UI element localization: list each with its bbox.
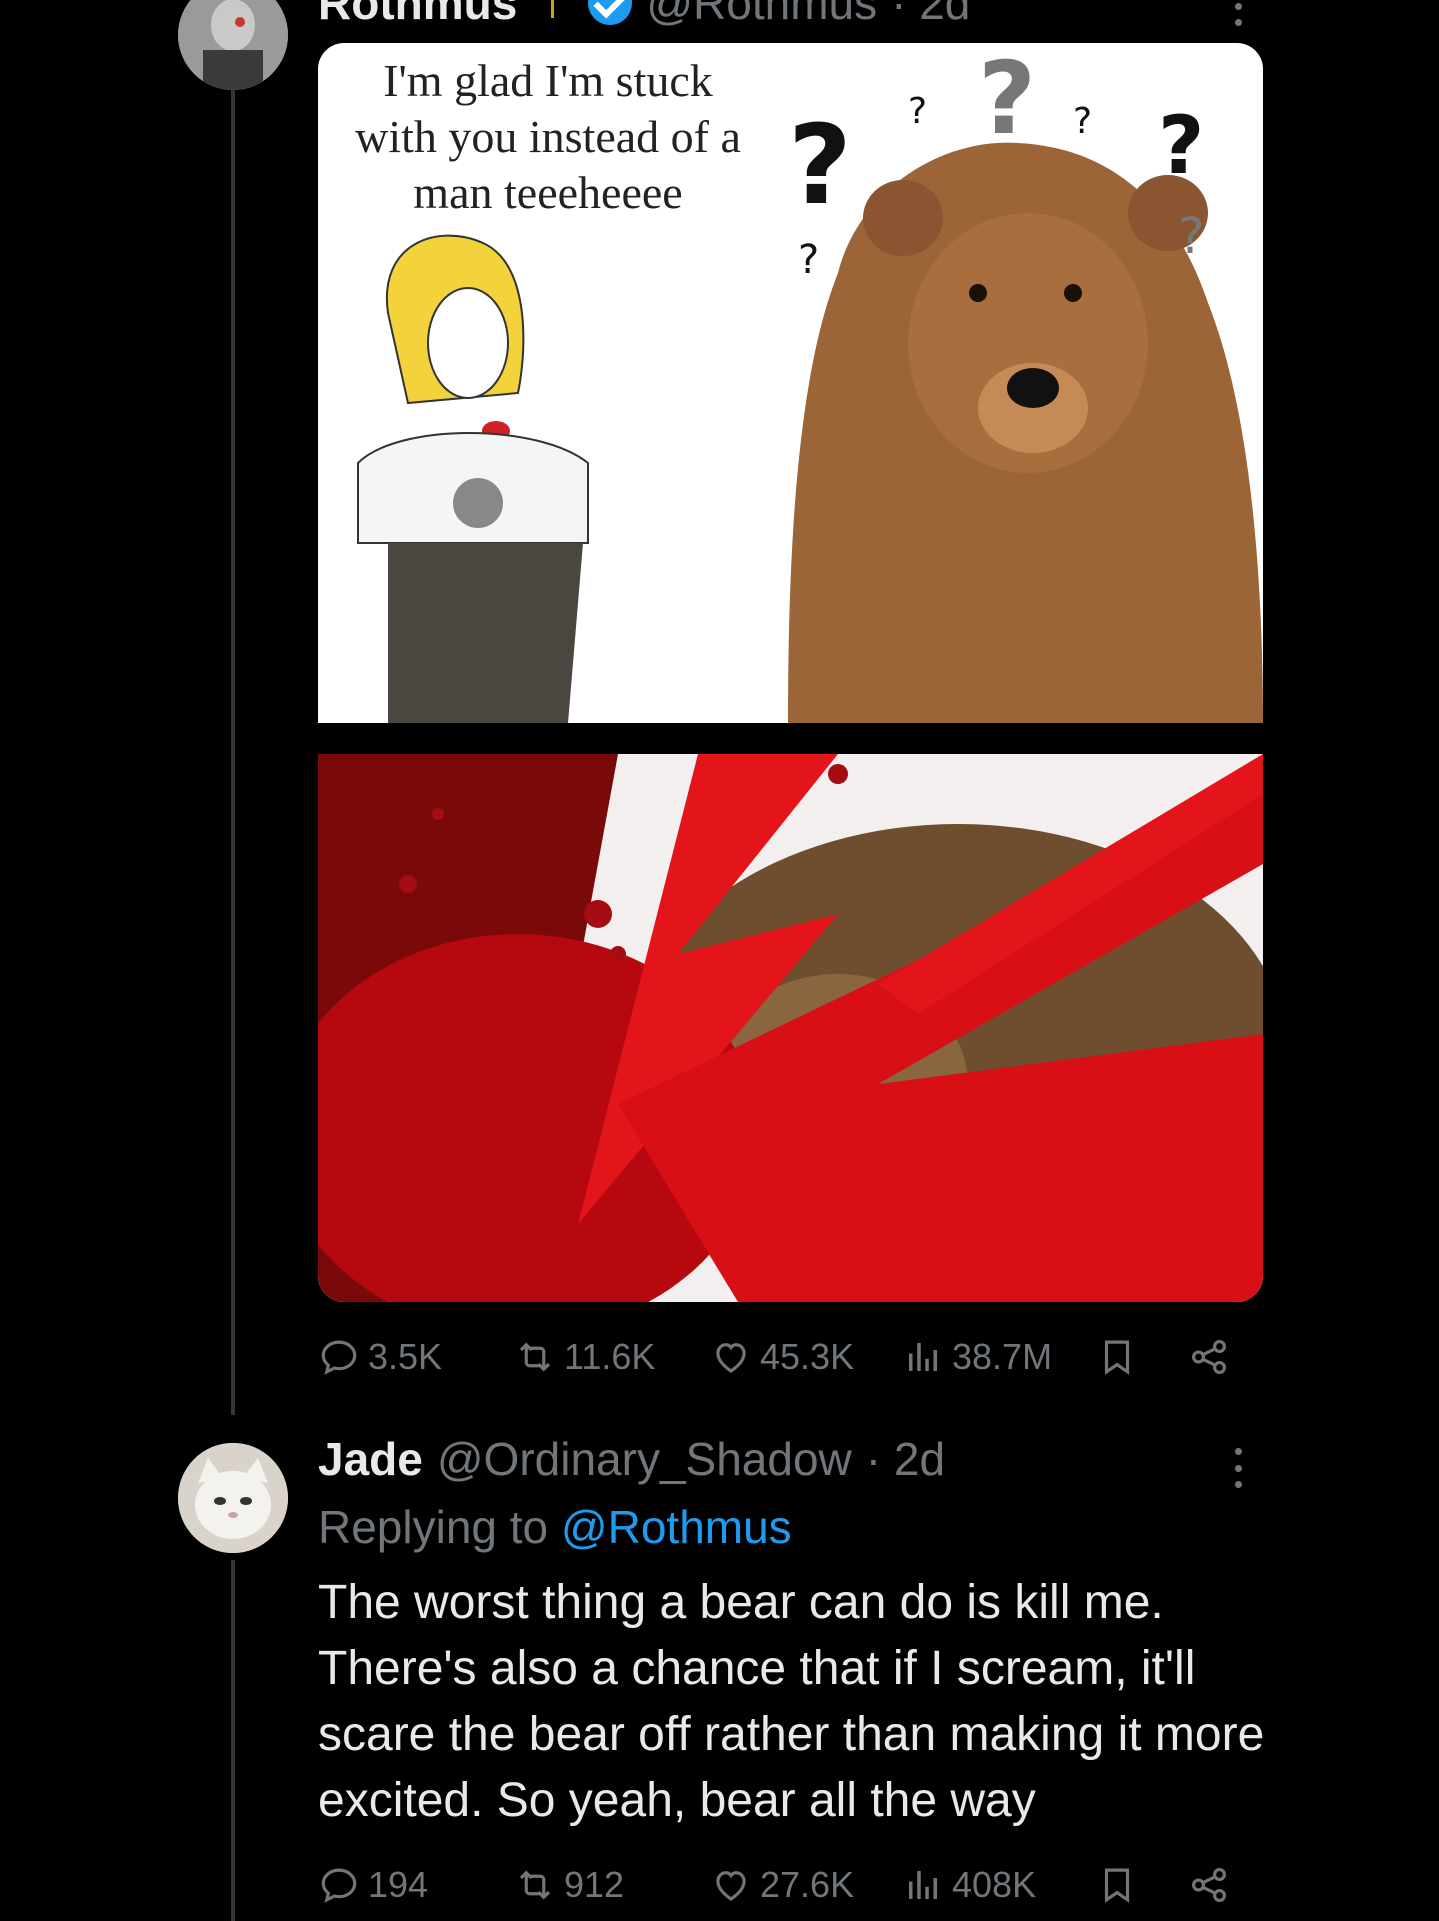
speech-bubble-icon	[321, 1340, 357, 1375]
reply-author-avatar[interactable]	[178, 1443, 288, 1553]
reply-button[interactable]: 194	[318, 1864, 428, 1906]
bookmark-button[interactable]	[1096, 1864, 1138, 1906]
bookmark-button[interactable]	[1096, 1336, 1138, 1378]
views-count: 38.7M	[952, 1336, 1053, 1377]
repost-button[interactable]: 11.6K	[514, 1336, 655, 1378]
reply-author-handle[interactable]: @Ordinary_Shadow	[437, 1432, 852, 1486]
tweet-time[interactable]: · 2d	[891, 0, 970, 30]
reply-body-text: The worst thing a bear can do is kill me…	[318, 1576, 1265, 1827]
share-button[interactable]	[1188, 1336, 1230, 1378]
reply-count: 194	[368, 1864, 429, 1905]
tweet-image-2[interactable]	[318, 754, 1263, 1302]
reply-author-name[interactable]: Jade	[318, 1432, 423, 1486]
reply-time[interactable]: · 2d	[866, 1432, 945, 1486]
bookmark-icon	[1104, 1340, 1130, 1375]
like-count: 45.3K	[760, 1336, 855, 1377]
bar-chart-icon	[909, 1343, 937, 1371]
replying-to-line: Replying to @Rothmus	[318, 1500, 792, 1554]
heart-icon	[716, 1343, 746, 1373]
more-dots-icon[interactable]	[1233, 0, 1243, 26]
tweet-image-1[interactable]: I'm glad I'm stuck with you instead of a…	[318, 43, 1263, 723]
views-count: 408K	[952, 1864, 1037, 1905]
thread-line	[231, 85, 235, 1415]
svg-text:?: ?	[978, 43, 1036, 157]
repost-button[interactable]: 912	[514, 1864, 624, 1906]
bloody-bear-illustration	[318, 754, 1263, 1302]
svg-text:?: ?	[798, 237, 819, 283]
share-icon	[1192, 1868, 1226, 1902]
svg-text:?: ?	[1178, 207, 1205, 265]
views-button[interactable]: 38.7M	[902, 1336, 1052, 1378]
tweet-header: Rothmus @Rothmus · 2d	[318, 0, 970, 30]
author-avatar[interactable]	[178, 0, 288, 90]
like-button[interactable]: 45.3K	[710, 1336, 854, 1378]
repost-arrows-icon	[519, 1342, 551, 1372]
reply-header: Jade @Ordinary_Shadow · 2d	[318, 1432, 945, 1486]
repost-count: 912	[564, 1864, 625, 1905]
replying-mention-link[interactable]: @Rothmus	[561, 1501, 792, 1553]
reply-button[interactable]: 3.5K	[318, 1336, 442, 1378]
like-button[interactable]: 27.6K	[710, 1864, 854, 1906]
reply-actions: 194 912 27.6K 408K	[318, 1858, 1248, 1918]
speech-bubble-icon	[321, 1868, 357, 1903]
bookmark-icon	[1104, 1868, 1130, 1903]
thread-line-reply	[231, 1560, 235, 1921]
tweet-actions: 3.5K 11.6K 45.3K 38.7M	[318, 1330, 1248, 1390]
svg-text:?: ?	[908, 91, 927, 132]
svg-text:?: ?	[1073, 101, 1092, 142]
share-icon	[1192, 1340, 1226, 1374]
replying-prefix: Replying to	[318, 1501, 549, 1553]
like-count: 27.6K	[760, 1864, 855, 1905]
share-button[interactable]	[1188, 1864, 1230, 1906]
repost-arrows-icon	[519, 1870, 551, 1900]
author-name[interactable]: Rothmus	[318, 0, 517, 30]
repost-count: 11.6K	[564, 1336, 656, 1377]
meme-illustration: ? ? ? ? ? ? ?	[357, 43, 1263, 723]
author-handle[interactable]: @Rothmus	[646, 0, 877, 30]
bar-chart-icon	[909, 1871, 937, 1899]
svg-text:?: ?	[788, 101, 852, 229]
views-button[interactable]: 408K	[902, 1864, 1036, 1906]
svg-text:?: ?	[1158, 99, 1204, 192]
affiliate-divider	[551, 0, 555, 18]
verified-badge-icon	[588, 0, 633, 25]
reply-count: 3.5K	[368, 1336, 443, 1377]
heart-icon	[716, 1871, 746, 1901]
more-dots-icon[interactable]	[1233, 1448, 1243, 1488]
